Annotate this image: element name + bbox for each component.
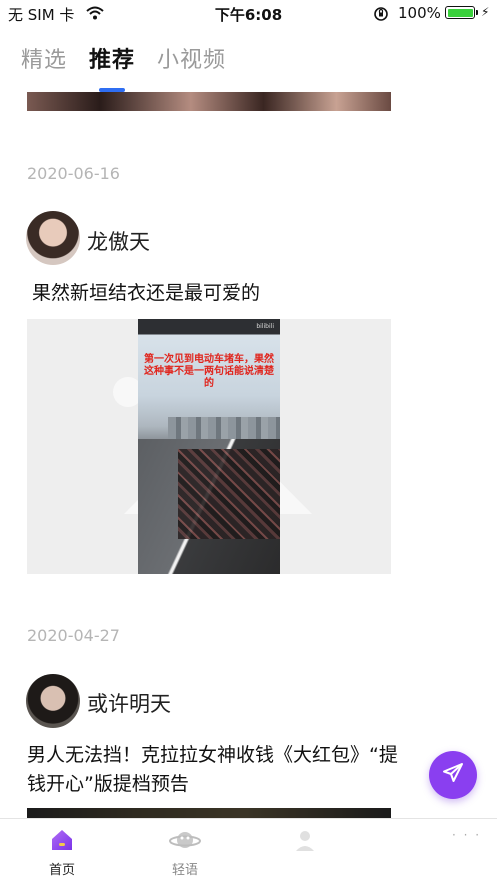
post-date: 2020-04-27 — [27, 626, 120, 645]
overflow-glyph: · · · — [452, 828, 482, 842]
tab-recommended[interactable]: 推荐 — [89, 42, 135, 74]
post-username[interactable]: 或许明天 — [87, 688, 171, 718]
video-overlay-text: 第一次见到电动车堵车，果然这种事不是一两句话能说清楚的 — [144, 354, 274, 389]
post-date: 2020-06-16 — [27, 164, 120, 183]
home-icon — [49, 830, 75, 857]
avatar[interactable] — [26, 674, 80, 728]
avatar[interactable] — [26, 211, 80, 265]
planet-icon — [169, 832, 201, 857]
nav-label: 轻语 — [171, 863, 198, 878]
nav-label: 首页 — [48, 863, 75, 878]
nav-profile[interactable] — [270, 827, 340, 859]
profile-icon — [292, 831, 318, 857]
nav-whisper[interactable]: 轻语 — [150, 827, 220, 878]
post-username[interactable]: 龙傲天 — [87, 226, 150, 256]
previous-post-image[interactable] — [27, 92, 391, 111]
tab-short-video[interactable]: 小视频 — [157, 42, 226, 74]
battery-icon — [445, 6, 478, 19]
status-bar: 无 SIM 卡 下午6:08 100% ⚡ — [0, 0, 497, 28]
compose-button[interactable] — [429, 751, 477, 799]
rotation-lock-icon — [373, 6, 389, 26]
send-plane-icon — [441, 761, 465, 789]
post-video[interactable]: bilibili 第一次见到电动车堵车，果然这种事不是一两句话能说清楚的 — [27, 319, 391, 574]
video-thumbnail[interactable]: bilibili 第一次见到电动车堵车，果然这种事不是一两句话能说清楚的 — [138, 319, 280, 574]
video-watermark: bilibili — [256, 323, 274, 330]
bottom-tab-bar: 首页 轻语 — [0, 818, 497, 884]
tab-featured[interactable]: 精选 — [21, 42, 67, 74]
post-caption: 男人无法挡！克拉拉女神收钱《大红包》“提钱开心”版提档预告 — [27, 744, 398, 795]
post-video[interactable] — [27, 808, 391, 818]
battery-percent: 100% — [398, 4, 441, 22]
post-caption: 果然新垣结衣还是最可爱的 — [32, 282, 261, 304]
charging-bolt-icon: ⚡ — [481, 5, 490, 19]
nav-home[interactable]: 首页 — [27, 827, 97, 878]
